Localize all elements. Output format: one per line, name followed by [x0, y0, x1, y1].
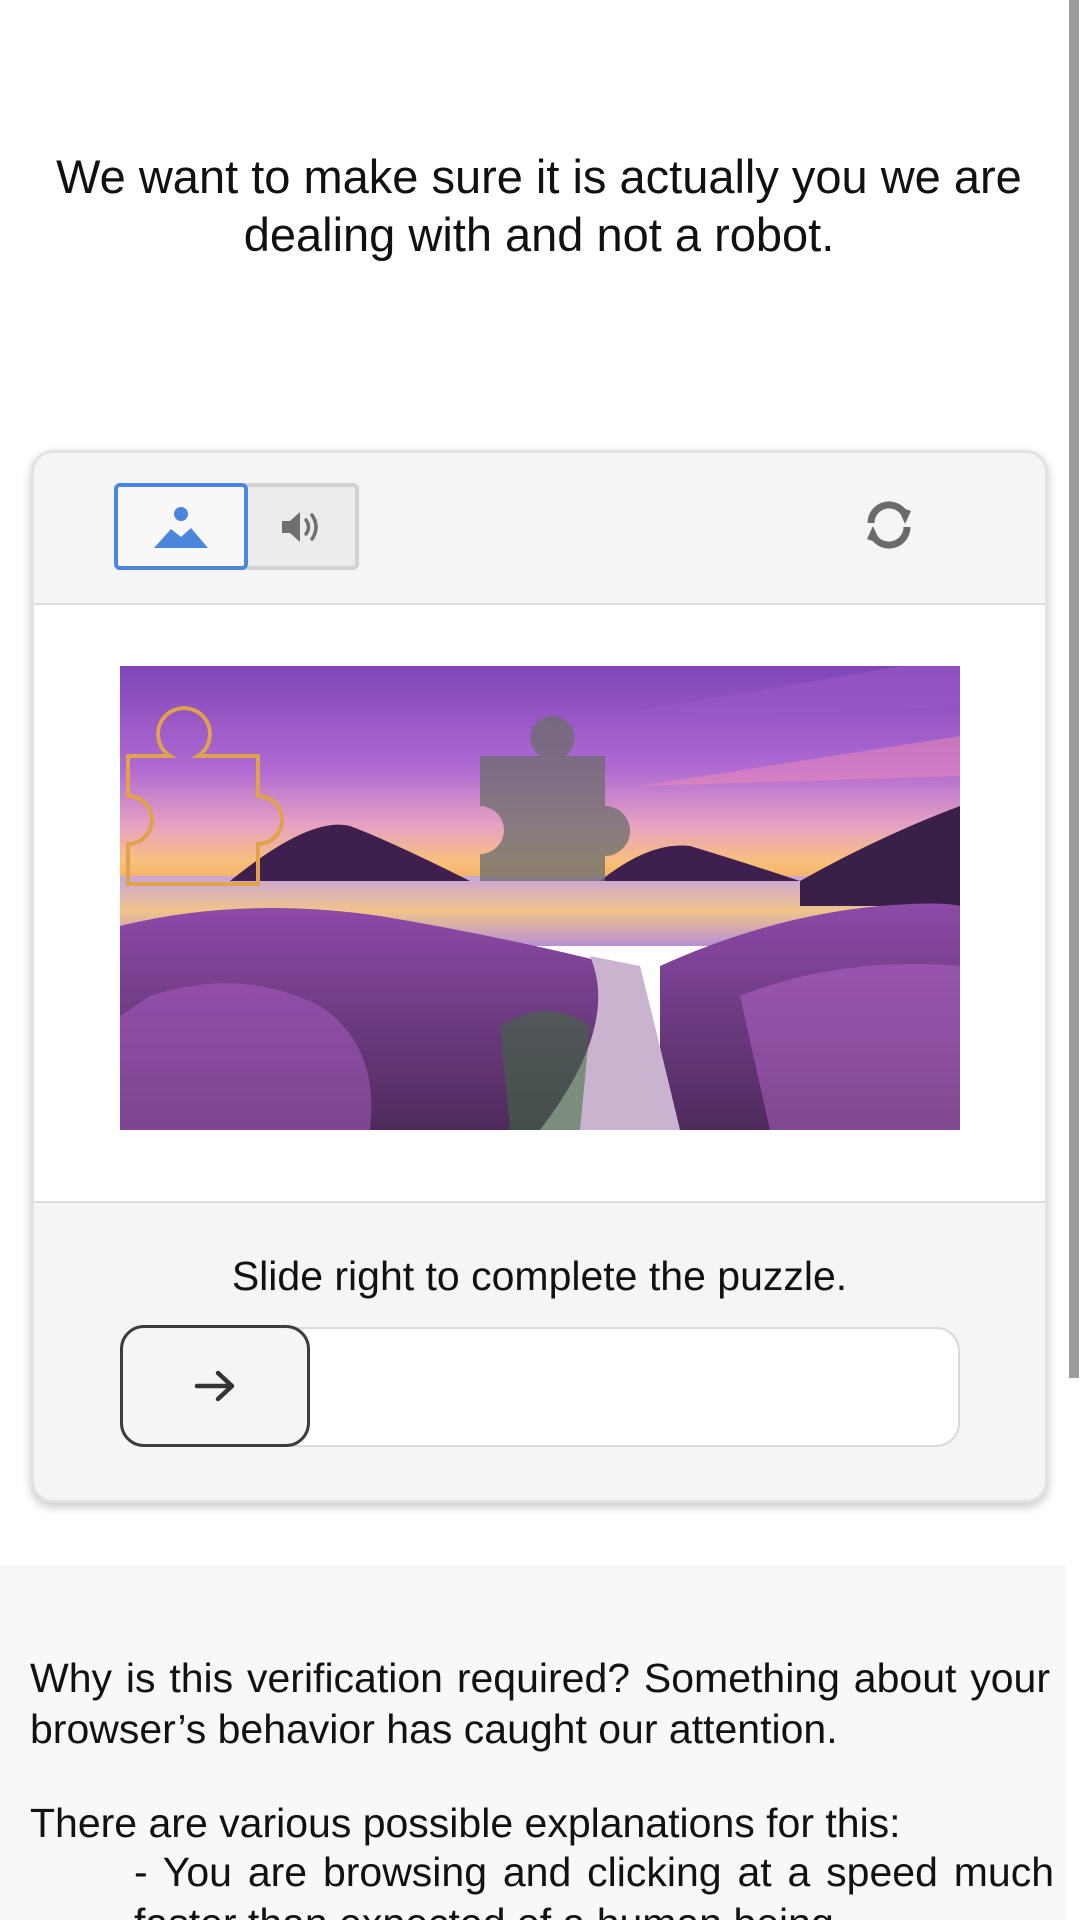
- verification-reason: Why is this verification required? Somet…: [30, 1655, 1050, 1752]
- captcha-widget: Slide right to complete the puzzle.: [31, 450, 1048, 1503]
- image-mode-icon: [154, 506, 208, 548]
- landscape-image: [120, 666, 960, 1130]
- scrollbar[interactable]: [1068, 0, 1080, 1920]
- captcha-footer: Slide right to complete the puzzle.: [34, 1203, 1045, 1500]
- mode-toggle: [114, 483, 359, 570]
- refresh-icon: [867, 501, 911, 549]
- captcha-page: We want to make sure it is actually you …: [0, 0, 1080, 1920]
- speaker-icon: [281, 511, 318, 542]
- info-section: Why is this verification required? Somet…: [0, 1565, 1066, 1920]
- explanations-intro: There are various possible explanations …: [30, 1800, 901, 1846]
- slider-instruction: Slide right to complete the puzzle.: [231, 1253, 848, 1299]
- scrollbar-thumb[interactable]: [1069, 0, 1079, 1378]
- intro-message: We want to make sure it is actually you …: [56, 150, 1022, 261]
- refresh-button[interactable]: [859, 495, 919, 555]
- puzzle-image: [120, 666, 960, 1130]
- puzzle-area: [34, 605, 1045, 1203]
- explanation-item: - You are browsing and clicking at a spe…: [134, 1849, 1054, 1920]
- audio-mode-button[interactable]: [248, 487, 355, 566]
- captcha-header: [34, 453, 1045, 605]
- image-mode-button[interactable]: [114, 483, 248, 570]
- arrow-right-icon: [194, 1370, 235, 1402]
- slider-handle[interactable]: [120, 1325, 310, 1447]
